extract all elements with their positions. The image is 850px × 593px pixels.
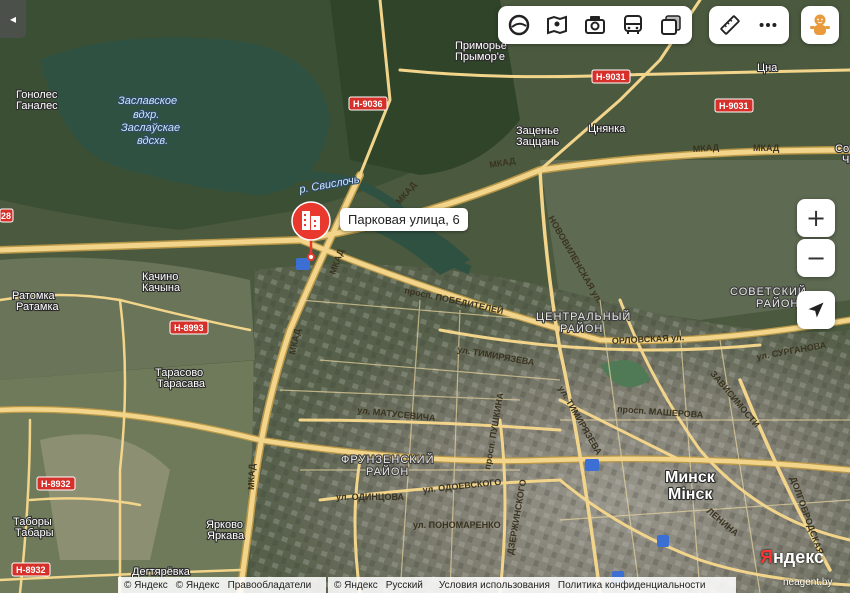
svg-text:Н-9031: Н-9031 [719, 101, 749, 111]
tarasovo-by-label: Тарасава [157, 378, 206, 390]
road-shield: Н-8932 [36, 476, 76, 491]
minsk-by-label: Мінск [668, 486, 713, 503]
central-district-label-2: РАЙОН [560, 322, 603, 335]
road-label-ponomarenko: ул. ПОНОМАРЕНКО [413, 520, 501, 530]
svg-text:Н-9031: Н-9031 [596, 72, 626, 82]
footer-left: © Яндекс © Яндекс Правообладатели [118, 577, 326, 593]
road-shield: Н-9036 [348, 96, 388, 111]
footer-right: © Яндекс Русский Условия использования П… [328, 577, 736, 593]
rights-holders-link[interactable]: Правообладатели [228, 580, 312, 591]
profile-button[interactable] [801, 6, 839, 44]
tabory-by-label: Табары [15, 527, 54, 539]
minsk-label: Минск [665, 469, 716, 486]
yarkovo-by-label: Яркава [207, 530, 245, 542]
marker-address-label[interactable]: Парковая улица, 6 [340, 208, 468, 231]
central-district-label-1: ЦЕНТРАЛЬНЫЙ [536, 310, 631, 323]
maptype-icon [661, 15, 681, 35]
privacy-link[interactable]: Политика конфиденциальности [558, 580, 706, 591]
logo-rest: ндекс [772, 547, 825, 567]
copyright-1[interactable]: © Яндекс [124, 580, 168, 591]
photos-button[interactable] [576, 6, 614, 44]
collapse-panel-button[interactable]: ◂ [0, 0, 26, 38]
language-label: Русский [385, 579, 423, 591]
profile-avatar-icon [810, 14, 830, 35]
metro-station-icon [585, 459, 599, 471]
zoom-in-button[interactable]: + [797, 199, 835, 237]
soviet-district-label-1: СОВЕТСКИЙ [730, 285, 807, 298]
svg-text:Н-9036: Н-9036 [353, 99, 383, 109]
panorama-button[interactable] [538, 6, 576, 44]
terms-link[interactable]: Условия использования [439, 580, 550, 591]
metro-station-icon [657, 535, 669, 547]
svg-text:Н-8932: Н-8932 [41, 479, 71, 489]
more-button[interactable] [749, 6, 787, 44]
frunze-district-label-2: РАЙОН [366, 465, 409, 478]
ruler-icon [720, 15, 740, 35]
road-shield: Н-9031 [591, 69, 631, 84]
geolocation-button[interactable] [797, 291, 835, 329]
yandex-logo[interactable]: Яндекс [760, 547, 824, 568]
kachino-by-label: Качына [142, 282, 181, 294]
gonoles-by-label: Ганалес [16, 100, 58, 112]
svg-text:28: 28 [1, 211, 11, 221]
svg-text:Н-8993: Н-8993 [174, 323, 204, 333]
copyright-3[interactable]: © Яндекс [334, 580, 378, 591]
zoom-out-button[interactable]: − [797, 239, 835, 277]
maptype-button[interactable] [652, 6, 690, 44]
road-shield: Н-8993 [169, 320, 209, 335]
svg-text:Н-8932: Н-8932 [16, 565, 46, 575]
metro-station-icon [296, 258, 310, 270]
bus-icon [624, 15, 642, 34]
satellite-map[interactable]: МКАД МКАД МКАД МКАД МКАД МКАД МКАД просп… [0, 0, 850, 593]
ruler-button[interactable] [711, 6, 749, 44]
map-layers-toolbar [498, 6, 692, 44]
reservoir-label-4: вдсхв. [137, 135, 168, 147]
layers-button[interactable] [500, 6, 538, 44]
road-label-mkad-north: МКАД [692, 142, 719, 154]
camera-icon [585, 16, 605, 34]
more-icon [759, 22, 777, 28]
primorye-by-label: Прымор'е [455, 51, 505, 63]
layers-icon [508, 14, 530, 36]
road-shield: 28 [0, 208, 14, 223]
watermark: neagent.by [783, 577, 833, 588]
road-shield: Н-9031 [714, 98, 754, 113]
copyright-2[interactable]: © Яндекс [176, 580, 220, 591]
reservoir-label-2: вдхр. [133, 109, 159, 121]
road-shield: Н-8932 [11, 562, 51, 577]
ratomka-area [0, 257, 255, 380]
frunze-district-label-1: ФРУНЗЕНСКИЙ [341, 453, 434, 466]
reservoir-label-3: Заслаўскае [121, 122, 180, 134]
language-selector[interactable]: Русский [386, 580, 431, 591]
tsna-label: Цна [757, 62, 778, 74]
road-label-mkad-north-2: МКАД [753, 143, 780, 153]
road-label-mkad-south: МКАД [246, 463, 257, 490]
geolocation-arrow-icon [808, 302, 824, 318]
reservoir-label-1: Заславское [118, 95, 177, 107]
ratomka-by-label: Ратамка [16, 301, 59, 313]
transit-button[interactable] [614, 6, 652, 44]
soviet-district-label-2: РАЙОН [756, 297, 799, 310]
ch-label: Ч [842, 154, 849, 166]
tools-toolbar [709, 6, 789, 44]
panorama-icon [547, 15, 567, 35]
tsnyanka-label: Цнянка [588, 123, 626, 135]
road-label-odintsova: ул. ОДИНЦОВА [336, 492, 404, 502]
logo-first-letter: Я [760, 547, 773, 567]
zatsen-by-label: Заццань [516, 136, 560, 148]
